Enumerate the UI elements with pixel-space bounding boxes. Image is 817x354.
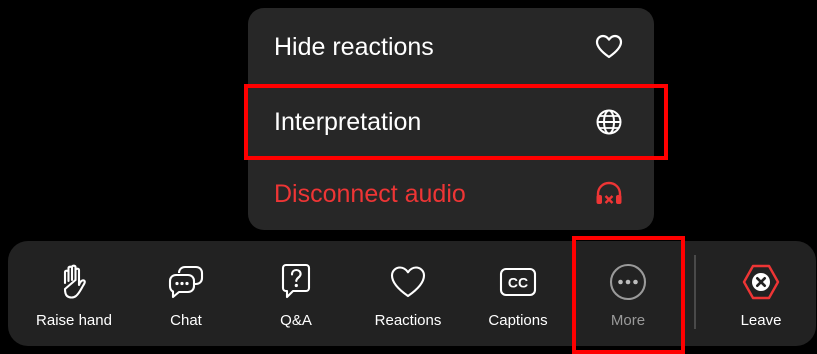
leave-button[interactable]: Leave — [720, 241, 802, 346]
qa-label: Q&A — [280, 312, 312, 329]
reactions-button[interactable]: Reactions — [362, 241, 454, 346]
menu-item-disconnect-audio[interactable]: Disconnect audio — [248, 157, 654, 231]
qa-button[interactable]: Q&A — [256, 241, 336, 346]
leave-icon — [741, 262, 781, 302]
meeting-toolbar: Raise hand Chat Q&A Reactions CC Caption… — [8, 241, 816, 346]
menu-item-interpretation[interactable]: Interpretation — [248, 85, 654, 159]
menu-item-label: Hide reactions — [274, 32, 434, 61]
toolbar-separator — [694, 255, 696, 329]
svg-text:CC: CC — [508, 275, 528, 291]
captions-label: Captions — [488, 312, 548, 329]
more-button[interactable]: More — [587, 241, 669, 346]
raise-hand-label: Raise hand — [36, 312, 112, 329]
chat-icon — [166, 262, 206, 302]
heart-outline-icon — [594, 32, 624, 62]
leave-label: Leave — [740, 312, 782, 329]
more-label: More — [610, 312, 646, 329]
globe-icon — [594, 107, 624, 137]
hand-icon — [54, 262, 94, 302]
menu-item-label: Disconnect audio — [274, 179, 466, 208]
menu-item-label: Interpretation — [274, 107, 422, 136]
reactions-label: Reactions — [374, 312, 442, 329]
heart-outline-icon — [388, 262, 428, 302]
chat-button[interactable]: Chat — [146, 241, 226, 346]
qa-icon — [276, 262, 316, 302]
menu-item-hide-reactions[interactable]: Hide reactions — [248, 10, 654, 84]
more-dots-icon — [608, 262, 648, 302]
captions-button[interactable]: CC Captions — [476, 241, 560, 346]
meeting-screen: Hide reactions Interpretation Disconnect… — [0, 0, 817, 354]
more-menu: Hide reactions Interpretation Disconnect… — [248, 8, 654, 230]
raise-hand-button[interactable]: Raise hand — [26, 241, 122, 346]
cc-icon: CC — [498, 262, 538, 302]
chat-label: Chat — [170, 312, 202, 329]
headphones-disconnect-icon — [594, 179, 624, 209]
